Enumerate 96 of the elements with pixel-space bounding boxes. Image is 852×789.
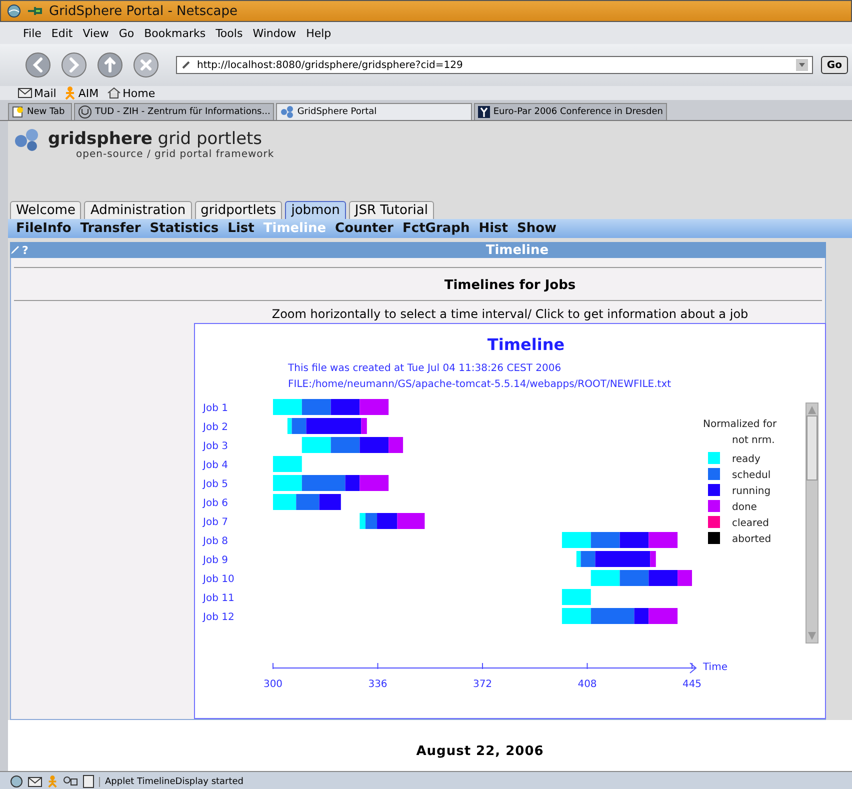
timeline-applet[interactable] xyxy=(194,323,826,719)
portal-tab[interactable]: gridportlets xyxy=(194,201,282,219)
menu-item[interactable]: Edit xyxy=(46,26,78,40)
sub-tab[interactable]: List xyxy=(228,221,254,236)
created-text: This file was created at Tue Jul 04 11:38:26 CEST 2006 xyxy=(288,363,562,374)
instruction-text: Zoom horizontally to select a time interval/ Click to get information about a job xyxy=(272,307,748,321)
bar-segment[interactable] xyxy=(273,494,296,510)
axis-tick xyxy=(377,662,378,670)
notepad-icon[interactable] xyxy=(83,775,94,788)
axis-tick xyxy=(482,662,483,670)
sub-tab[interactable]: Statistics xyxy=(150,221,219,236)
job-label: Job 8 xyxy=(203,536,228,547)
legend-label: ready xyxy=(732,454,760,465)
legend-title: Normalized for xyxy=(703,419,777,430)
axis-tick xyxy=(586,662,588,670)
job-label: Job 12 xyxy=(203,612,234,623)
job-label: Job 5 xyxy=(203,479,228,490)
portal-tab[interactable]: jobmon xyxy=(285,201,346,219)
forward-icon[interactable] xyxy=(60,51,88,79)
bookmark-link[interactable]: Mail xyxy=(18,86,56,100)
tick-label: 372 xyxy=(472,679,492,690)
menu-item[interactable]: Tools xyxy=(210,26,248,40)
pin-icon[interactable] xyxy=(27,5,43,17)
browser-tab[interactable]: TUD - ZIH - Zentrum für Informations... xyxy=(74,103,274,120)
reload-icon[interactable] xyxy=(96,51,124,79)
back-icon[interactable] xyxy=(24,51,52,79)
legend-label: running xyxy=(732,486,771,497)
logo-title: gridsphere grid portlets xyxy=(48,129,264,149)
envelope-icon[interactable] xyxy=(28,776,42,786)
file-path-text: FILE:/home/neumann/GS/apache-tomcat-5.5.14/webapps/ROOT/NEWFILE.txt xyxy=(288,379,672,390)
people-icon[interactable] xyxy=(63,776,78,788)
browser-tab[interactable]: Euro-Par 2006 Conference in Dresden xyxy=(474,103,667,120)
legend-label: schedul xyxy=(732,470,771,481)
legend-subtitle: not nrm. xyxy=(732,435,775,446)
job-label: Job 3 xyxy=(203,441,228,452)
running-figure-icon xyxy=(64,86,76,100)
axis-label: Time xyxy=(703,662,728,673)
address-field[interactable]: http://localhost:8080/gridsphere/gridsphere?cid=129 xyxy=(176,56,813,74)
legend-label: cleared xyxy=(732,518,769,529)
running-figure-icon[interactable] xyxy=(47,775,58,788)
sub-tab[interactable]: Transfer xyxy=(80,221,141,236)
letter-y-icon xyxy=(478,106,490,118)
date-text: August 22, 2006 xyxy=(416,744,544,761)
section-heading: Timelines for Jobs xyxy=(444,278,576,293)
bookmark-link[interactable]: AIM xyxy=(64,86,99,100)
axis-tick xyxy=(272,662,274,670)
menu-item[interactable]: View xyxy=(78,26,114,40)
page-icon xyxy=(12,106,24,118)
browser-tab[interactable]: GridSphere Portal xyxy=(276,103,472,120)
sub-tab[interactable]: Hist xyxy=(478,221,508,236)
legend-label: aborted xyxy=(732,534,772,545)
bar-segment[interactable] xyxy=(292,418,306,434)
menu-item[interactable]: File xyxy=(18,26,46,40)
tick-label: 336 xyxy=(368,679,388,690)
job-label: Job 10 xyxy=(203,574,234,585)
chart-title: Timeline xyxy=(487,335,565,354)
globe-icon xyxy=(7,4,21,18)
house-icon xyxy=(106,87,121,99)
globe-icon[interactable] xyxy=(10,775,23,788)
sub-tab[interactable]: FctGraph xyxy=(402,221,470,236)
menu-item[interactable]: Bookmarks xyxy=(139,26,211,40)
browser-tab[interactable]: New Tab xyxy=(8,103,72,120)
bookmark-link[interactable]: Home xyxy=(106,86,156,100)
tick-label: 300 xyxy=(263,679,283,690)
bar-segment[interactable] xyxy=(365,513,378,529)
job-label: Job 7 xyxy=(203,517,228,528)
portal-tab[interactable]: JSR Tutorial xyxy=(348,201,434,219)
stop-icon[interactable] xyxy=(132,51,160,79)
sub-tab[interactable]: FileInfo xyxy=(16,221,72,236)
portal-tab[interactable]: Welcome xyxy=(10,201,82,219)
job-label: Job 4 xyxy=(203,460,228,471)
portlet-title: Timeline xyxy=(484,242,550,258)
status-text: Applet TimelineDisplay started xyxy=(99,776,244,786)
sub-tab[interactable]: Counter xyxy=(335,221,394,236)
pencil-icon[interactable] xyxy=(10,245,20,255)
job-label: Job 6 xyxy=(203,498,228,509)
bar-segment[interactable] xyxy=(388,437,404,453)
menu-item[interactable]: Window xyxy=(248,26,302,40)
job-label: Job 9 xyxy=(203,555,228,566)
window-title: GridSphere Portal - Netscape xyxy=(49,4,238,18)
job-label: Job 1 xyxy=(203,403,228,414)
tick-label: 445 xyxy=(682,679,702,690)
go-button[interactable]: Go xyxy=(820,56,848,74)
hexagons-icon xyxy=(280,106,294,118)
logo-subtitle: open-source / grid portal framework xyxy=(76,149,274,160)
job-label: Job 11 xyxy=(203,593,234,604)
scrollbar[interactable] xyxy=(806,402,818,644)
circle-logo-icon xyxy=(78,105,92,119)
dropdown-icon[interactable] xyxy=(796,59,808,71)
tick-label: 408 xyxy=(578,679,597,690)
sub-tab[interactable]: Show xyxy=(517,221,557,236)
menu-item[interactable]: Go xyxy=(114,26,140,40)
menu-item[interactable]: Help xyxy=(301,26,336,40)
legend-label: done xyxy=(732,502,757,513)
job-label: Job 2 xyxy=(203,422,228,433)
portal-tab[interactable]: Administration xyxy=(84,201,192,219)
